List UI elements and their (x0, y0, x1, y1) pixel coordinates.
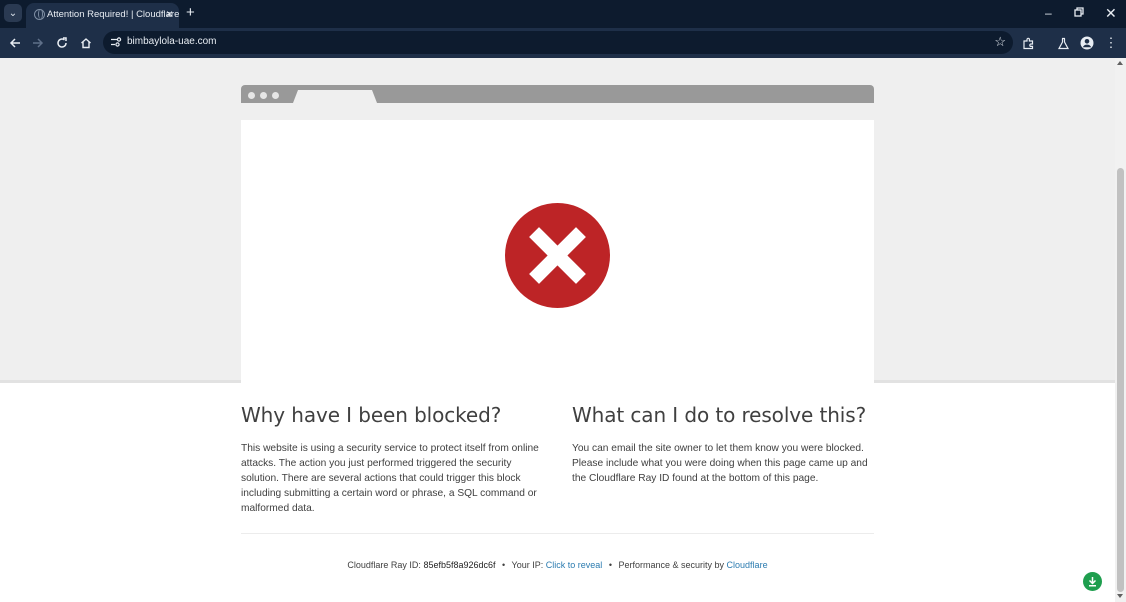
globe-icon (34, 9, 45, 20)
resolve-heading: What can I do to resolve this? (572, 403, 867, 427)
minimize-icon[interactable]: – (1045, 5, 1052, 21)
url-text[interactable]: bimbaylola-uae.com (127, 36, 217, 47)
performance-label: Performance & security by (618, 560, 725, 570)
resolve-text: You can email the site owner to let them… (572, 443, 868, 484)
browser-toolbar: bimbaylola-uae.com ☆ ⋮ (0, 28, 1126, 58)
profile-avatar-icon[interactable] (1078, 34, 1096, 52)
ray-id-value: 85efb5f8a926dc6f (423, 560, 496, 570)
close-icon[interactable]: × (166, 7, 173, 21)
download-icon[interactable] (1083, 572, 1102, 591)
active-tab[interactable]: Attention Required! | Cloudflare × (26, 3, 179, 28)
address-bar[interactable]: bimbaylola-uae.com ☆ (103, 31, 1013, 54)
close-window-icon[interactable]: ✕ (1105, 5, 1117, 21)
more-menu-icon[interactable]: ⋮ (1102, 34, 1120, 52)
scroll-down-arrow-icon[interactable] (1117, 594, 1123, 598)
browser-illustration-tab (293, 90, 377, 103)
restore-icon[interactable] (1074, 5, 1084, 21)
site-info-icon[interactable] (110, 36, 122, 48)
browser-dot (272, 92, 279, 99)
tab-strip: ⌄ Attention Required! | Cloudflare × + –… (0, 0, 1126, 28)
why-blocked-section: Why have I been blocked? This website is… (241, 403, 543, 516)
forward-arrow-icon[interactable] (29, 34, 47, 52)
footer: Cloudflare Ray ID: 85efb5f8a926dc6f • Yo… (0, 560, 1115, 570)
bullet-separator: • (502, 560, 506, 570)
error-x-icon (505, 203, 610, 308)
browser-illustration-window (241, 120, 874, 383)
back-arrow-icon[interactable] (6, 34, 24, 52)
scroll-thumb[interactable] (1117, 168, 1124, 592)
reveal-ip-link[interactable]: Click to reveal (546, 560, 603, 570)
browser-dot (248, 92, 255, 99)
plus-icon[interactable]: + (186, 5, 195, 21)
ray-id-label: Cloudflare Ray ID: (347, 560, 421, 570)
resolve-section: What can I do to resolve this? You can e… (572, 403, 874, 486)
browser-dot (260, 92, 267, 99)
ip-label: Your IP: (511, 560, 544, 570)
tab-title: Attention Required! | Cloudflare (47, 9, 180, 20)
extensions-icon[interactable] (1019, 34, 1037, 52)
bookmark-star-icon[interactable]: ☆ (994, 34, 1006, 50)
cloudflare-link[interactable]: Cloudflare (727, 560, 768, 570)
bullet-separator: • (608, 560, 612, 570)
why-blocked-text: This website is using a security service… (241, 443, 539, 514)
tab-list-icon[interactable]: ⌄ (4, 4, 22, 22)
why-blocked-heading: Why have I been blocked? (241, 403, 502, 427)
vertical-scrollbar[interactable] (1115, 58, 1126, 602)
labs-flask-icon[interactable] (1054, 34, 1072, 52)
scroll-up-arrow-icon[interactable] (1117, 61, 1123, 65)
browser-illustration-bar (241, 85, 874, 103)
page-viewport: Why have I been blocked? This website is… (0, 58, 1115, 602)
reload-icon[interactable] (53, 34, 71, 52)
footer-divider (241, 533, 874, 534)
home-icon[interactable] (77, 34, 95, 52)
